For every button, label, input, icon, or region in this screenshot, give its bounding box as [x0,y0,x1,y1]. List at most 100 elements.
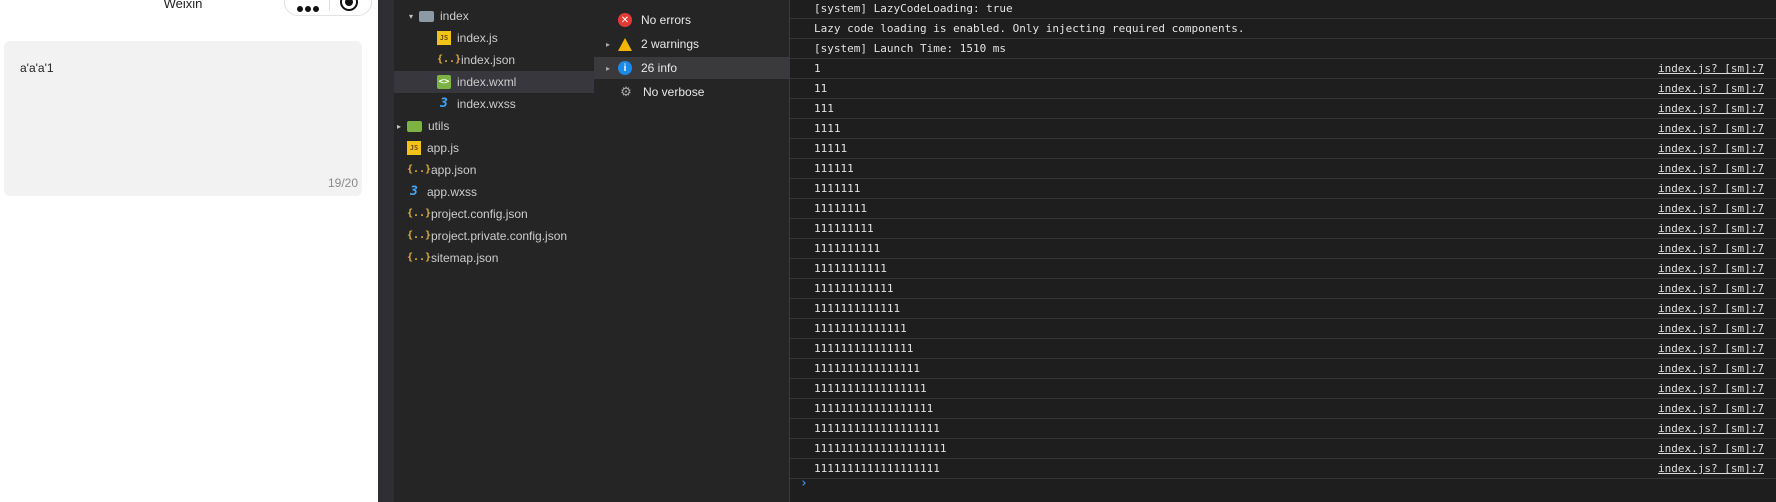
source-link[interactable]: index.js? [sm]:7 [1658,119,1764,138]
source-link[interactable]: index.js? [sm]:7 [1658,399,1764,418]
log-text: 11111111111 [814,262,887,275]
tree-item-label: sitemap.json [431,251,499,265]
textarea-value: a'a'a'1 [20,61,54,75]
expand-arrow-icon[interactable]: ▸ [606,40,618,49]
log-line: 111 index.js? [sm]:7 [790,99,1776,119]
tree-item-label: index.json [461,53,516,67]
filter-info[interactable]: ▸ i 26 info [594,57,790,79]
tree-item[interactable]: <> index.wxml [394,71,594,93]
tree-item-label: utils [428,119,450,133]
tree-item[interactable]: ▾ index [394,5,594,27]
log-text: 1 [814,62,821,75]
source-link[interactable]: index.js? [sm]:7 [1658,299,1764,318]
tree-item[interactable]: JS app.js [394,137,594,159]
tree-item[interactable]: {..} app.json [394,159,594,181]
console-filter-sidebar: ✕ No errors ▸ 2 warnings ▸ i 26 info ⚙ No verbos… [594,0,790,502]
source-link[interactable]: index.js? [sm]:7 [1658,379,1764,398]
source-link[interactable]: index.js? [sm]:7 [1658,419,1764,438]
filter-verbose[interactable]: ⚙ No verbose [594,81,790,103]
tree-item[interactable]: {..} project.private.config.json [394,225,594,247]
source-link[interactable]: index.js? [sm]:7 [1658,199,1764,218]
expand-arrow-icon[interactable]: ▸ [606,64,618,73]
log-line: 1 index.js? [sm]:7 [790,59,1776,79]
json-file-icon: {..} [407,208,432,219]
source-link[interactable]: index.js? [sm]:7 [1658,319,1764,338]
filter-warning[interactable]: ▸ 2 warnings [594,33,790,55]
filter-label: 2 warnings [641,37,700,51]
log-line: 111111111111111 index.js? [sm]:7 [790,339,1776,359]
simulator-pane: Weixin a'a'a'1 19/20 [0,0,378,502]
source-link[interactable]: index.js? [sm]:7 [1658,219,1764,238]
source-link[interactable]: index.js? [sm]:7 [1658,359,1764,378]
close-circle-icon[interactable] [340,0,358,11]
folder-icon [419,10,434,22]
system-log-line: Lazy code loading is enabled. Only injec… [790,19,1776,39]
warning-icon [618,37,632,51]
wxss-file-icon: 3 [440,96,448,111]
log-line: 1111111 index.js? [sm]:7 [790,179,1776,199]
log-text: 11111111 [814,202,867,215]
chevron-icon[interactable]: ▸ [394,122,404,131]
log-line: 111111111 index.js? [sm]:7 [790,219,1776,239]
textarea-field[interactable]: a'a'a'1 19/20 [4,41,362,196]
source-link[interactable]: index.js? [sm]:7 [1658,159,1764,178]
source-link[interactable]: index.js? [sm]:7 [1658,239,1764,258]
log-line: 11111111111 index.js? [sm]:7 [790,259,1776,279]
log-text: 1111111 [814,182,861,195]
tree-item-label: app.js [427,141,460,155]
log-line: 1111111111111111 index.js? [sm]:7 [790,359,1776,379]
more-dots-icon[interactable] [297,0,321,12]
log-line: 11111111111111 index.js? [sm]:7 [790,319,1776,339]
log-line: 1111111111111111111 index.js? [sm]:7 [790,459,1776,479]
tree-item-label: app.json [431,163,477,177]
wxss-file-icon: 3 [410,184,418,199]
tree-item-label: project.config.json [431,207,528,221]
tree-item[interactable]: 3 app.wxss [394,181,594,203]
log-line: 1111111111111111111 index.js? [sm]:7 [790,419,1776,439]
chevron-icon[interactable]: ▾ [406,12,416,21]
log-text: 111 [814,102,834,115]
source-link[interactable]: index.js? [sm]:7 [1658,339,1764,358]
system-log-line: [system] LazyCodeLoading: true [790,0,1776,19]
log-line: 11 index.js? [sm]:7 [790,79,1776,99]
menu-capsule[interactable] [284,0,372,16]
page-title: Weixin [163,0,203,11]
character-counter: 19/20 [327,176,358,190]
source-link[interactable]: index.js? [sm]:7 [1658,179,1764,198]
tree-item[interactable]: {..} sitemap.json [394,247,594,269]
tree-item-label: app.wxss [427,185,478,199]
source-link[interactable]: index.js? [sm]:7 [1658,99,1764,118]
tree-item[interactable]: {..} index.json [394,49,594,71]
tree-item[interactable]: ▸ utils [394,115,594,137]
source-link[interactable]: index.js? [sm]:7 [1658,79,1764,98]
log-text: 111111111111111111 [814,402,934,415]
filter-error[interactable]: ✕ No errors [594,9,790,31]
tree-item-label: index.js [457,31,498,45]
source-link[interactable]: index.js? [sm]:7 [1658,439,1764,458]
log-line: 11111111 index.js? [sm]:7 [790,199,1776,219]
source-link[interactable]: index.js? [sm]:7 [1658,139,1764,158]
tree-item[interactable]: JS index.js [394,27,594,49]
source-link[interactable]: index.js? [sm]:7 [1658,259,1764,278]
log-text: 111111111 [814,222,874,235]
verbose-icon: ⚙ [620,84,632,99]
tree-item[interactable]: {..} project.config.json [394,203,594,225]
source-link[interactable]: index.js? [sm]:7 [1658,279,1764,298]
console-output[interactable]: › [system] LazyCodeLoading: true Lazy cod… [790,0,1776,502]
filter-label: No verbose [643,85,705,99]
log-text: 11111111111111111 [814,382,927,395]
tree-item[interactable]: 3 index.wxss [394,93,594,115]
log-text: 1111111111111111111 [814,462,940,475]
js-file-icon: JS [407,141,421,155]
log-text: 11111111111111111111 [814,442,947,455]
system-log-line: [system] Launch Time: 1510 ms [790,39,1776,59]
log-text: 1111 [814,122,841,135]
source-link[interactable]: index.js? [sm]:7 [1658,59,1764,78]
log-line: 11111111111111111 index.js? [sm]:7 [790,379,1776,399]
log-text: 1111111111111 [814,302,901,315]
source-link[interactable]: index.js? [sm]:7 [1658,459,1764,478]
log-line: 1111111111 index.js? [sm]:7 [790,239,1776,259]
js-file-icon: JS [437,31,451,45]
wxml-file-icon: <> [437,75,451,89]
log-line: 111111111111111111 index.js? [sm]:7 [790,399,1776,419]
